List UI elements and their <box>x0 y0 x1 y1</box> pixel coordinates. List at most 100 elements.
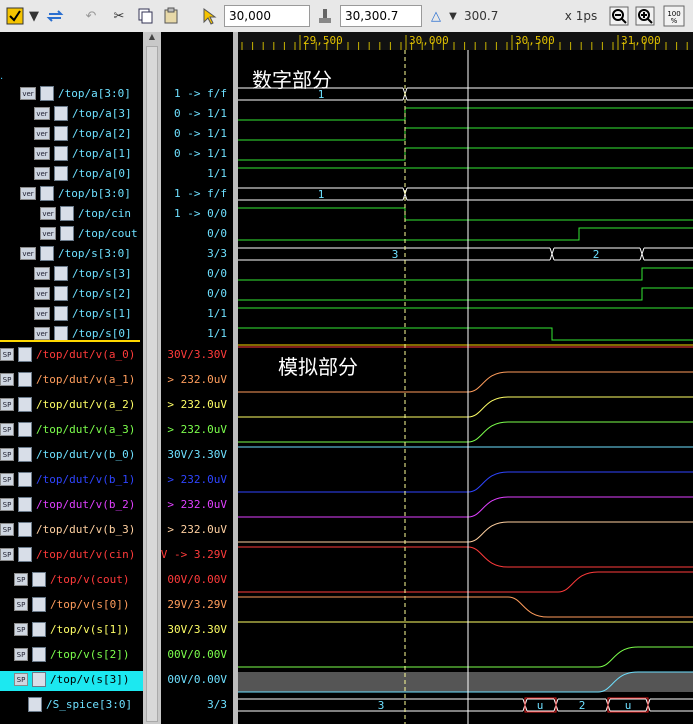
signal-name[interactable]: /top/cin <box>78 207 131 220</box>
cursor-marker-icon[interactable] <box>314 5 336 27</box>
signal-name[interactable]: /top/v(s[1]) <box>50 623 129 636</box>
signal-name[interactable]: /top/a[3:0] <box>58 87 131 100</box>
ruler-tick-label: 29,500 <box>303 34 343 47</box>
signal-name[interactable]: /top/s[1] <box>72 307 132 320</box>
signal-row[interactable]: ver/top/cin <box>0 204 143 224</box>
signal-row[interactable]: ver/top/a[3:0] <box>0 84 143 104</box>
cursor2-time-input[interactable] <box>340 5 422 27</box>
signal-name[interactable]: /top/dut/v(a_3) <box>36 423 135 436</box>
analog-wave-icon <box>32 597 46 612</box>
spice-badge-icon: SP <box>0 498 14 511</box>
pane-splitter[interactable]: ▲ <box>143 32 161 724</box>
signal-row[interactable]: SP/top/v(cout) <box>0 570 143 594</box>
analog-wave-icon <box>18 397 32 412</box>
signal-name[interactable]: /top/dut/v(b_3) <box>36 523 135 536</box>
wire-icon <box>54 166 68 181</box>
signal-row[interactable]: SP/top/dut/v(cin) <box>0 545 143 569</box>
signal-name[interactable]: /top/s[2] <box>72 287 132 300</box>
signal-row[interactable]: ver/top/s[1] <box>0 304 143 324</box>
verilog-badge-icon: ver <box>34 267 50 280</box>
signal-name[interactable]: /top/dut/v(cin) <box>36 548 135 561</box>
checkbox-icon[interactable] <box>4 5 26 27</box>
chevron-down-icon[interactable]: ▼ <box>447 5 459 27</box>
signal-row[interactable]: SP/top/dut/v(b_0) <box>0 445 143 469</box>
paste-icon[interactable] <box>160 5 182 27</box>
zoom-100-icon[interactable]: 100% <box>662 5 686 27</box>
signal-row[interactable]: ver/top/s[3:0] <box>0 244 143 264</box>
wave-v-b3 <box>238 521 693 543</box>
signal-name[interactable]: /top/s[3:0] <box>58 247 131 260</box>
wire-icon <box>54 326 68 341</box>
signal-name[interactable]: /top/b[3:0] <box>58 187 131 200</box>
wire-icon <box>54 126 68 141</box>
undo-icon[interactable]: ↶ <box>80 5 102 27</box>
signal-row[interactable]: SP/top/dut/v(b_3) <box>0 520 143 544</box>
delta-icon[interactable]: △ <box>426 5 446 27</box>
chevron-down-icon[interactable]: ▼ <box>28 5 40 27</box>
signal-name[interactable]: /top/dut/v(b_2) <box>36 498 135 511</box>
signal-name[interactable]: /top/v(s[0]) <box>50 598 129 611</box>
wire-icon <box>54 106 68 121</box>
signal-name[interactable]: /top/a[3] <box>72 107 132 120</box>
signal-value: > 232.0uV <box>167 373 227 386</box>
copy-icon[interactable] <box>134 5 156 27</box>
signal-row[interactable]: SP/top/v(s[0]) <box>0 595 143 619</box>
signal-name[interactable]: /top/cout <box>78 227 138 240</box>
signal-row[interactable]: ver/top/a[1] <box>0 144 143 164</box>
signal-row[interactable]: ver/top/s[3] <box>0 264 143 284</box>
signal-name[interactable]: /top/dut/v(a_1) <box>36 373 135 386</box>
signal-name[interactable]: /top/dut/v(a_2) <box>36 398 135 411</box>
signal-name[interactable]: /top/dut/v(b_0) <box>36 448 135 461</box>
signal-name[interactable]: /top/s[3] <box>72 267 132 280</box>
signal-row[interactable]: SP/top/dut/v(a_3) <box>0 420 143 444</box>
zoom-in-icon[interactable] <box>634 5 656 27</box>
signal-name[interactable]: /top/dut/v(b_1) <box>36 473 135 486</box>
scroll-up-icon[interactable]: ▲ <box>147 32 157 46</box>
signal-row[interactable]: ver/top/b[3:0] <box>0 184 143 204</box>
signal-name[interactable]: /top/s[0] <box>72 327 132 340</box>
signal-row[interactable]: ver/top/a[3] <box>0 104 143 124</box>
signal-row[interactable]: /S_spice[3:0] <box>0 695 143 715</box>
signal-value: 0/0 <box>207 287 227 300</box>
cursor-time-input[interactable] <box>224 5 310 27</box>
signal-name[interactable]: /top/a[0] <box>72 167 132 180</box>
signal-row[interactable]: ver/top/s[2] <box>0 284 143 304</box>
signal-row[interactable]: SP/top/v(s[3]) <box>0 670 143 694</box>
wave-v-s0 <box>238 596 693 618</box>
signal-name[interactable]: /top/a[1] <box>72 147 132 160</box>
wave-cin <box>238 207 693 221</box>
signal-row[interactable]: SP/top/dut/v(a_0) <box>0 345 143 369</box>
spice-badge-icon: SP <box>0 423 14 436</box>
signal-row[interactable]: SP/top/dut/v(b_1) <box>0 470 143 494</box>
signal-value: > 232.0uV <box>167 523 227 536</box>
wave-v-cout <box>238 571 693 593</box>
signal-row[interactable]: SP/top/v(s[2]) <box>0 645 143 669</box>
signal-value-pane: 1 -> f/f 0 -> 1/1 0 -> 1/1 0 -> 1/1 1/1 1 -> … <box>161 32 233 724</box>
refresh-icon[interactable] <box>44 5 66 27</box>
signal-row[interactable]: SP/top/v(s[1]) <box>0 620 143 644</box>
signal-name[interactable]: /top/v(cout) <box>50 573 129 586</box>
signal-name[interactable]: /top/v(s[2]) <box>50 648 129 661</box>
vertical-scrollbar[interactable] <box>146 46 158 722</box>
zoom-out-icon[interactable] <box>608 5 630 27</box>
signal-row[interactable]: SP/top/dut/v(a_2) <box>0 395 143 419</box>
bus-value-label: u <box>625 699 632 712</box>
waveform-pane[interactable]: 29,500 30,000 30,500 31,000 1 1 3 2 3 u 2 u 数字部分 模拟… <box>238 32 693 724</box>
signal-name[interactable]: /top/v(s[3]) <box>50 673 129 686</box>
signal-value: 0/0 <box>207 267 227 280</box>
signal-value: 0 -> 1/1 <box>174 127 227 140</box>
signal-row[interactable]: ver/top/cout <box>0 224 143 244</box>
analog-wave-icon <box>18 372 32 387</box>
cut-icon[interactable]: ✂ <box>108 5 130 27</box>
signal-value: 1/1 <box>207 167 227 180</box>
verilog-badge-icon: ver <box>34 127 50 140</box>
signal-name[interactable]: /S_spice[3:0] <box>46 698 132 711</box>
signal-row[interactable]: ver/top/a[0] <box>0 164 143 184</box>
delta-value: 300.7 <box>464 9 499 23</box>
signal-row[interactable]: SP/top/dut/v(b_2) <box>0 495 143 519</box>
signal-row[interactable]: ver/top/a[2] <box>0 124 143 144</box>
signal-name[interactable]: /top/a[2] <box>72 127 132 140</box>
signal-name[interactable]: /top/dut/v(a_0) <box>36 348 135 361</box>
signal-row[interactable]: SP/top/dut/v(a_1) <box>0 370 143 394</box>
pointer-cursor-icon[interactable] <box>198 5 220 27</box>
